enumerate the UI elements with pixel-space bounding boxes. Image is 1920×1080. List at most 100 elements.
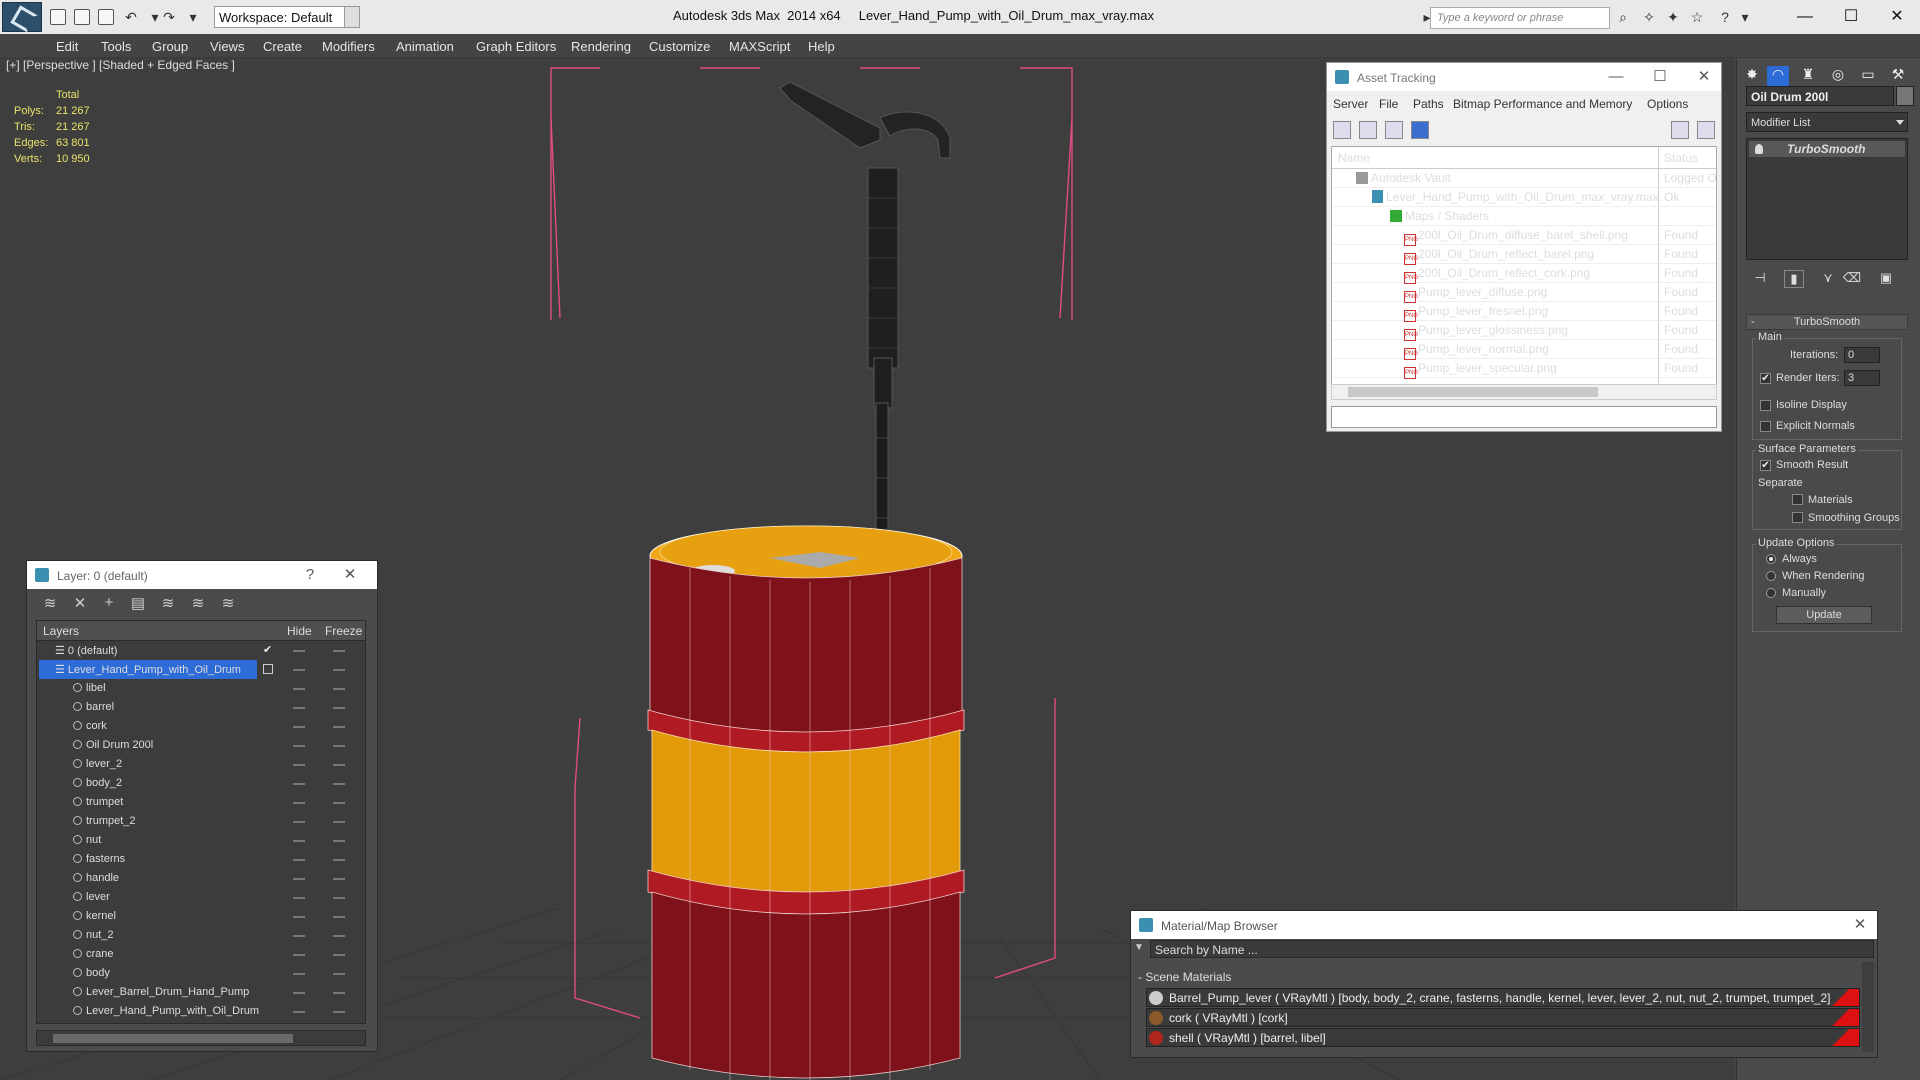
asset-row[interactable]: Autodesk Vault Logged O [1332,169,1716,188]
asset-row[interactable]: PNGPump_lever_fresnel.png Found [1332,302,1716,322]
object-color-swatch[interactable] [1896,86,1914,106]
asset-horizontal-scrollbar[interactable] [1331,384,1717,400]
freeze-toggle[interactable] [333,1011,345,1013]
object-row[interactable]: nut_2 [37,926,365,945]
object-row[interactable]: barrel [37,698,365,717]
object-row[interactable]: trumpet [37,793,365,812]
freeze-toggle[interactable] [333,745,345,747]
create-tab-icon[interactable]: ✸ [1741,66,1763,86]
menu-create[interactable]: Create [263,39,302,54]
layer-close-button[interactable]: ✕ [337,565,363,585]
hide-toggle[interactable] [293,878,305,880]
freeze-toggle[interactable] [333,954,345,956]
asset-help-icon[interactable] [1671,121,1689,139]
freeze-toggle[interactable] [333,650,345,652]
object-name-field[interactable]: Oil Drum 200l [1746,86,1894,106]
new-file-icon[interactable] [50,9,66,25]
list-view-icon[interactable] [1359,121,1377,139]
lightbulb-icon[interactable] [1755,144,1763,154]
asset-row[interactable]: Lever_Hand_Pump_with_Oil_Drum_max_vray.m… [1332,188,1716,207]
asset-minimize-button[interactable]: — [1603,67,1629,87]
hide-toggle[interactable] [293,726,305,728]
modifier-stack-item[interactable]: TurboSmooth [1749,141,1905,157]
object-row[interactable]: nut [37,831,365,850]
menu-edit[interactable]: Edit [56,39,78,54]
workspace-dropdown-arrow[interactable] [344,6,360,28]
material-row[interactable]: shell ( VRayMtl ) [barrel, libel] [1146,1028,1860,1047]
maximize-button[interactable]: ☐ [1828,4,1874,30]
hide-toggle[interactable] [293,764,305,766]
asset-row[interactable]: PNG200l_Oil_Drum_reflect_barel.png Found [1332,245,1716,265]
modifier-list-dropdown[interactable]: Modifier List [1746,112,1908,132]
freeze-toggle[interactable] [333,821,345,823]
highlight-layer-icon[interactable]: ≋ [158,594,178,612]
favorites-star-icon[interactable]: ☆ [1688,9,1706,25]
freeze-toggle[interactable] [333,707,345,709]
object-row[interactable]: Lever_Barrel_Drum_Hand_Pump [37,983,365,1002]
help-dropdown-icon[interactable]: ▾ [1736,9,1754,25]
hide-all-icon[interactable]: ≋ [188,594,208,612]
freeze-toggle[interactable] [333,935,345,937]
freeze-toggle[interactable] [333,916,345,918]
asset-maximize-button[interactable]: ☐ [1647,67,1673,87]
delete-layer-icon[interactable]: ✕ [70,594,90,612]
col-name[interactable]: Name [1338,151,1370,165]
hide-toggle[interactable] [293,821,305,823]
object-row[interactable]: trumpet_2 [37,812,365,831]
workspace-dropdown[interactable]: Workspace: Default [214,6,360,28]
scrollbar-thumb[interactable] [53,1034,293,1043]
col-layers[interactable]: Layers [43,624,79,638]
configure-modifier-sets-icon[interactable]: ▣ [1876,270,1896,288]
display-tab-icon[interactable]: ▭ [1857,66,1879,86]
undo-icon[interactable]: ↶ [122,9,140,25]
asset-close-button[interactable]: ✕ [1691,67,1717,87]
hide-toggle[interactable] [293,840,305,842]
object-row[interactable]: handle [37,869,365,888]
create-layer-icon[interactable]: ≋ [40,594,60,612]
asset-row[interactable]: PNGPump_lever_normal.png Found [1332,340,1716,360]
freeze-toggle[interactable] [333,688,345,690]
select-objects-icon[interactable]: ▤ [128,594,148,612]
menu-graph-editors[interactable]: Graph Editors [476,39,556,54]
update-manually-radio[interactable] [1766,588,1776,598]
hide-toggle[interactable] [293,745,305,747]
scene-materials-group-header[interactable]: - Scene Materials [1138,970,1231,984]
asset-menu-server[interactable]: Server [1333,97,1368,111]
asset-row[interactable]: PNGPump_lever_specular.png Found [1332,359,1716,379]
menu-group[interactable]: Group [152,39,188,54]
layer-row[interactable]: ☰ 0 (default) ✔ [37,641,365,660]
hide-toggle[interactable] [293,992,305,994]
hide-toggle[interactable] [293,802,305,804]
explicit-normals-checkbox[interactable] [1760,421,1771,432]
asset-menu-file[interactable]: File [1379,97,1398,111]
menu-help[interactable]: Help [808,39,835,54]
material-row[interactable]: Barrel_Pump_lever ( VRayMtl ) [body, bod… [1146,988,1860,1007]
turbosmooth-rollout-header[interactable]: - TurboSmooth [1746,314,1908,330]
isoline-display-checkbox[interactable] [1760,400,1771,411]
hide-toggle[interactable] [293,935,305,937]
remove-modifier-icon[interactable]: ⌫ [1842,270,1862,288]
active-layer-box-icon[interactable] [263,664,273,674]
iterations-spinner[interactable]: 0 [1844,347,1880,363]
asset-row[interactable]: PNGPump_lever_diffuse.png Found [1332,283,1716,303]
separate-smoothing-groups-checkbox[interactable] [1792,512,1803,523]
asset-settings-icon[interactable] [1697,121,1715,139]
modify-tab-icon[interactable]: ◠ [1767,66,1789,86]
hide-toggle[interactable] [293,859,305,861]
freeze-toggle[interactable] [333,973,345,975]
hide-toggle[interactable] [293,1011,305,1013]
update-always-radio[interactable] [1766,554,1776,564]
open-file-icon[interactable] [74,9,90,25]
minimize-button[interactable]: — [1782,4,1828,30]
refresh-icon[interactable] [1333,121,1351,139]
redo-dropdown-icon[interactable]: ▾ [184,9,202,25]
motion-tab-icon[interactable]: ◎ [1827,66,1849,86]
hide-toggle[interactable] [293,688,305,690]
layer-horizontal-scrollbar[interactable] [36,1030,366,1046]
object-row[interactable]: lever [37,888,365,907]
keyword-search-input[interactable]: Type a keyword or phrase [1430,7,1610,29]
hide-toggle[interactable] [293,669,305,671]
material-vertical-scrollbar[interactable] [1862,962,1874,1052]
active-layer-check-icon[interactable]: ✔ [263,643,272,656]
menu-rendering[interactable]: Rendering [571,39,631,54]
